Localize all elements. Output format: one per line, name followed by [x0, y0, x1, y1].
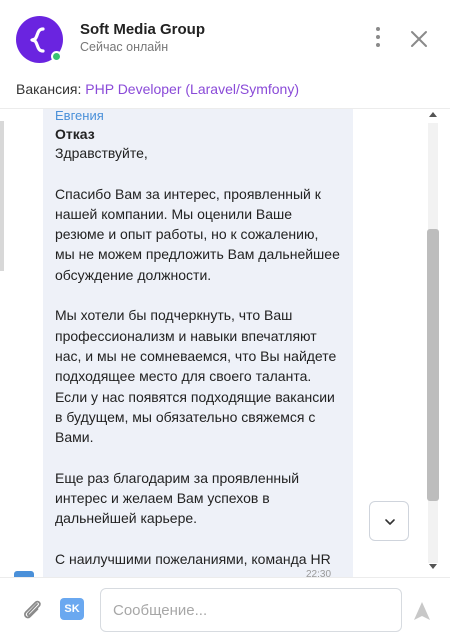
message-time: 22:30: [306, 569, 332, 577]
chat-header: Soft Media Group Сейчас онлайн Вакансия:…: [0, 0, 450, 97]
vacancy-line: Вакансия: PHP Developer (Laravel/Symfony…: [16, 81, 299, 97]
chat-scrollbar[interactable]: [426, 109, 440, 577]
message-sender: Евгения: [55, 109, 104, 123]
scroll-up-arrow-icon[interactable]: [429, 112, 437, 117]
scrollbar-thumb[interactable]: [427, 229, 439, 501]
message-composer: SK: [0, 577, 450, 640]
chat-left-edge: [0, 121, 4, 271]
message-paragraph: Мы хотели бы подчеркнуть, что Ваш профес…: [55, 307, 337, 446]
message-paragraph: Спасибо Вам за интерес, проявленный к на…: [55, 185, 340, 283]
paperclip-icon[interactable]: [20, 597, 44, 623]
vacancy-label: Вакансия:: [16, 81, 82, 97]
message-paragraph: Еще раз благодарим за проявленный интере…: [55, 469, 300, 527]
message-body: Здравствуйте, Спасибо Вам за интерес, пр…: [55, 143, 341, 569]
message-bubble: Евгения Отказ Здравствуйте, Спасибо Вам …: [43, 109, 353, 577]
message-input[interactable]: [100, 588, 402, 632]
company-name: Soft Media Group: [80, 21, 205, 38]
message-paragraph: Здравствуйте,: [55, 145, 148, 161]
online-status-dot: [51, 51, 62, 62]
sk-badge-button[interactable]: SK: [60, 598, 84, 620]
message-subject: Отказ: [55, 126, 95, 142]
online-status-text: Сейчас онлайн: [80, 40, 169, 54]
vacancy-link[interactable]: PHP Developer (Laravel/Symfony): [85, 81, 299, 97]
curly-brace-logo-icon: [30, 27, 45, 53]
chevron-down-icon: [385, 519, 395, 525]
send-arrow-icon[interactable]: [410, 599, 434, 623]
scroll-to-bottom-button[interactable]: [369, 501, 409, 541]
kebab-menu-icon[interactable]: [368, 27, 388, 51]
close-icon[interactable]: [406, 26, 432, 52]
message-paragraph: С наилучшими пожеланиями, команда HR: [55, 550, 331, 567]
scroll-down-arrow-icon[interactable]: [429, 564, 437, 569]
